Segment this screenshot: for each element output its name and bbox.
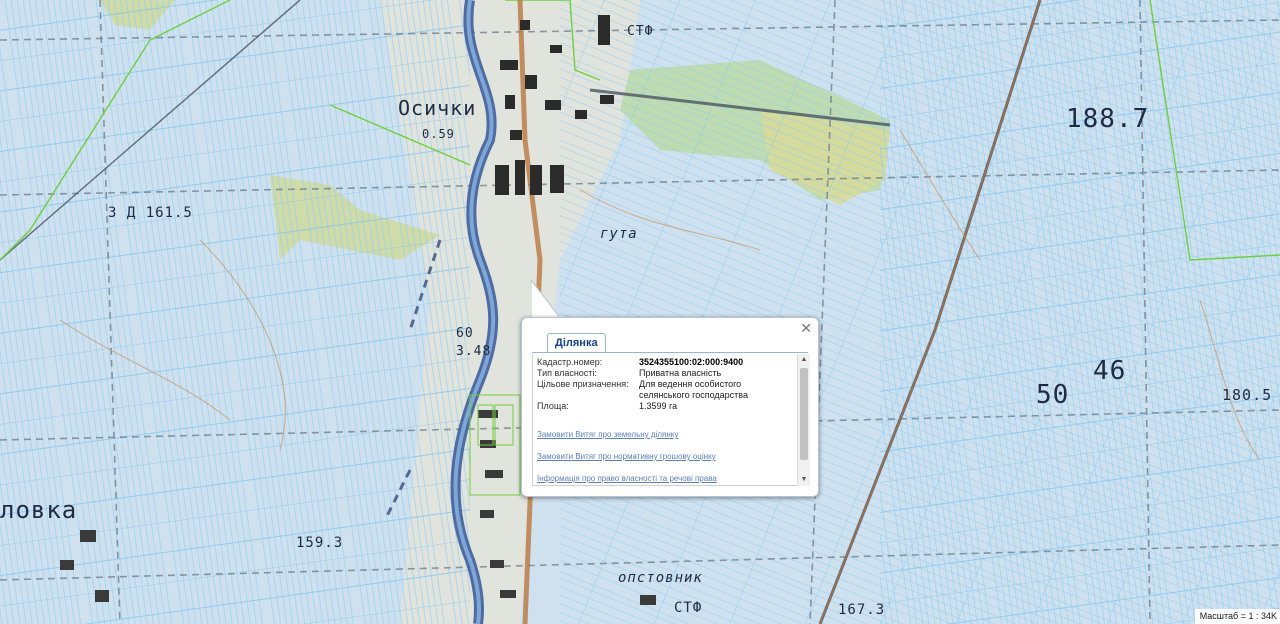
- label-lovka: ловка: [0, 496, 78, 524]
- field-label: Тип власності:: [537, 368, 597, 378]
- scroll-down-icon[interactable]: ▼: [798, 474, 810, 486]
- field-value: Для ведення особистого селянського госпо…: [639, 379, 748, 400]
- label-elev-1615: 3 Д 161.5: [108, 205, 193, 221]
- scroll-up-icon[interactable]: ▲: [798, 354, 810, 366]
- parcel-info-popup: ✕ Ділянка Кадастр.номер: 3524355100:02:0…: [521, 317, 819, 497]
- label-50: 50: [1036, 380, 1070, 410]
- map-scale: Масштаб = 1 : 34K: [1194, 609, 1280, 624]
- map-layer: [0, 0, 1280, 624]
- label-46: 46: [1093, 356, 1127, 386]
- field-cadastral-number: Кадастр.номер: 3524355100:02:000:9400: [537, 357, 785, 368]
- field-value: 1.3599 га: [639, 401, 678, 411]
- ownership-info-link[interactable]: Інформація про право власності та речові…: [537, 474, 717, 483]
- label-stf-top: СТФ: [627, 24, 654, 39]
- parcel-fields: Кадастр.номер: 3524355100:02:000:9400 Ти…: [537, 357, 785, 412]
- label-elev-1673: 167.3: [838, 602, 886, 618]
- order-valuation-extract-link[interactable]: Замовити Витяг про нормативну грошову оц…: [537, 452, 717, 461]
- field-value: Приватна власність: [639, 368, 722, 378]
- popup-content[interactable]: Кадастр.номер: 3524355100:02:000:9400 Ти…: [532, 354, 800, 486]
- popup-links: Замовити Витяг про земельну ділянку Замо…: [537, 430, 717, 485]
- popup-scrollbar[interactable]: ▲ ▼: [797, 354, 810, 486]
- field-area: Площа: 1.3599 га: [537, 401, 785, 412]
- field-value: 3524355100:02:000:9400: [639, 357, 744, 367]
- label-60: 60: [456, 326, 474, 341]
- field-purpose: Цільове призначення: Для ведення особист…: [537, 379, 785, 401]
- topographic-map[interactable]: Осички 0.59 СТФ 188.7 3 Д 161.5 гута 50 …: [0, 0, 1280, 624]
- label-stf-bottom: СТФ: [674, 600, 703, 616]
- label-huta: гута: [600, 226, 638, 242]
- order-parcel-extract-link[interactable]: Замовити Витяг про земельну ділянку: [537, 430, 717, 439]
- label-348: 3.48: [456, 344, 492, 359]
- label-elev-1805: 180.5: [1222, 386, 1273, 404]
- label-osychky: Осички: [398, 96, 477, 120]
- popup-pointer: [531, 280, 563, 320]
- field-ownership-type: Тип власності: Приватна власність: [537, 368, 785, 379]
- field-label: Кадастр.номер:: [537, 357, 603, 367]
- label-elev-059: 0.59: [422, 127, 455, 141]
- field-label: Цільове призначення:: [537, 379, 629, 389]
- field-label: Площа:: [537, 401, 569, 411]
- tab-parcel[interactable]: Ділянка: [547, 333, 606, 352]
- label-opstovnyk: опстовник: [618, 570, 703, 586]
- label-elev-1593: 159.3: [296, 535, 344, 551]
- label-elev-1887: 188.7: [1066, 104, 1150, 134]
- close-icon[interactable]: ✕: [800, 321, 812, 335]
- scroll-thumb[interactable]: [800, 368, 808, 460]
- tab-divider: [532, 352, 808, 353]
